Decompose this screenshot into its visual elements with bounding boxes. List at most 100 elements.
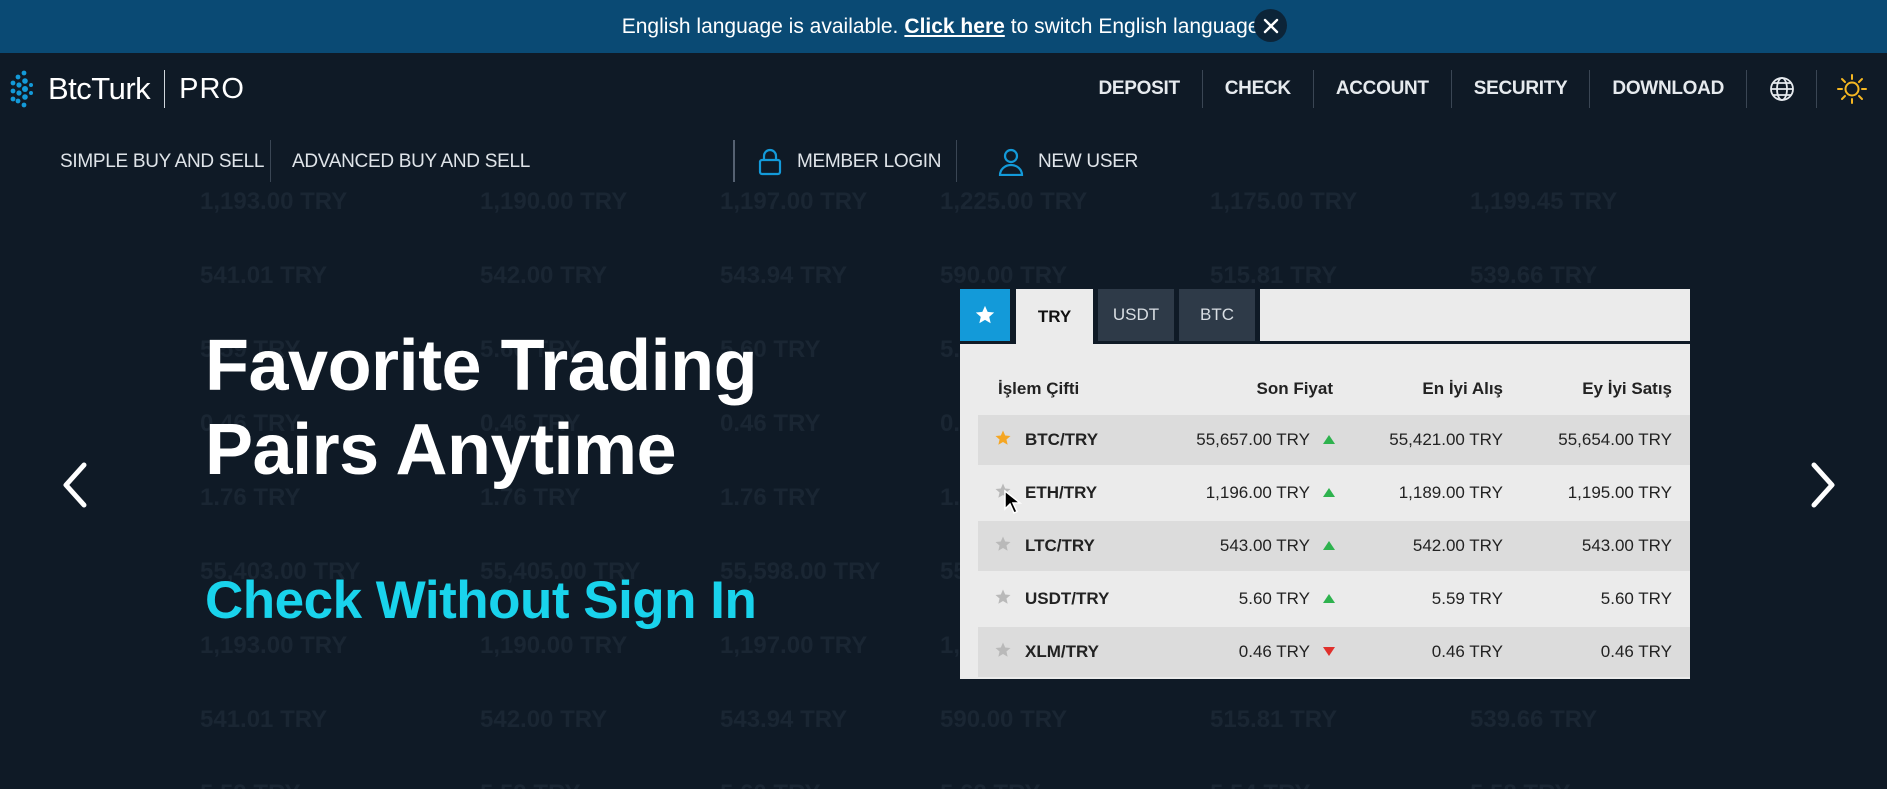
pair-name: ETH/TRY	[1025, 483, 1098, 502]
ticker-cell: 1,199.45 TRY	[1470, 188, 1618, 215]
last-price: 1,196.00 TRY	[1205, 483, 1310, 502]
favorite-star-icon[interactable]	[994, 535, 1012, 553]
ticker-cell: 1,225.00 TRY	[940, 188, 1088, 215]
table-row[interactable]: LTC/TRY 543.00 TRY 542.00 TRY 543.00 TRY	[978, 521, 1690, 571]
globe-icon	[1769, 77, 1794, 101]
last-price: 0.46 TRY	[1238, 642, 1310, 661]
last-price: 55,657.00 TRY	[1196, 430, 1310, 449]
subnav-divider	[733, 140, 735, 182]
subnav-divider	[270, 140, 271, 182]
ticker-cell: 5.62 TRY	[940, 780, 1041, 789]
language-selector[interactable]	[1747, 70, 1817, 108]
ticker-row: 541.01 TRY 542.00 TRY 543.94 TRY 590.00 TRY…	[0, 262, 1887, 292]
table-row[interactable]: BTC/TRY 55,657.00 TRY 55,421.00 TRY 55,654.…	[978, 415, 1690, 465]
nav-check[interactable]: CHECK	[1203, 70, 1314, 108]
close-banner-button[interactable]	[1254, 9, 1287, 42]
ticker-row: 541.01 TRY 542.00 TRY 543.94 TRY 590.00 TRY…	[0, 706, 1887, 736]
ticker-cell: 5.58 TRY	[1470, 780, 1571, 789]
chevron-right-icon	[1811, 462, 1835, 508]
ticker-cell: 590.00 TRY	[940, 262, 1068, 289]
ticker-cell: 541.01 TRY	[200, 706, 328, 733]
table-row[interactable]: ETH/TRY 1,196.00 TRY 1,189.00 TRY 1,195.00 …	[978, 468, 1690, 518]
trend-down-icon	[1323, 647, 1335, 656]
ticker-cell: 5.59 TRY	[480, 780, 581, 789]
tab-try[interactable]: TRY	[1016, 289, 1093, 344]
top-navigation: BtcTurk PRO DEPOSIT CHECK ACCOUNT SECURI…	[0, 53, 1887, 125]
trend-up-icon	[1323, 488, 1335, 497]
pair-name: USDT/TRY	[1025, 589, 1110, 608]
ticker-cell: 539.66 TRY	[1470, 262, 1598, 289]
logo-divider	[164, 70, 166, 108]
ticker-cell: 542.00 TRY	[480, 262, 608, 289]
hero-title: Favorite Trading Pairs Anytime	[205, 324, 758, 492]
ticker-cell: 543.94 TRY	[720, 262, 848, 289]
ticker-cell: 1,193.00 TRY	[200, 188, 348, 215]
advanced-buy-sell-link[interactable]: ADVANCED BUY AND SELL	[292, 140, 530, 184]
best-bid: 5.59 TRY	[1431, 589, 1503, 608]
ticker-row: 5.59 TRY 5.59 TRY 5.60 TRY 5.62 TRY 5.54 TRY…	[0, 780, 1887, 789]
ticker-row: 1,193.00 TRY 1,190.00 TRY 1,197.00 TRY 1,22…	[0, 188, 1887, 218]
ticker-cell: 515.81 TRY	[1210, 706, 1338, 733]
nav-security[interactable]: SECURITY	[1452, 70, 1591, 108]
ticker-cell: 541.01 TRY	[200, 262, 328, 289]
banner-text: English language is available.	[621, 14, 899, 38]
brand-logo[interactable]: BtcTurk PRO	[10, 69, 245, 109]
ticker-cell: 543.94 TRY	[720, 706, 848, 733]
trend-up-icon	[1323, 435, 1335, 444]
close-icon	[1263, 18, 1278, 33]
best-ask: 5.60 TRY	[1600, 589, 1672, 608]
col-best-bid: En İyi Alış	[1422, 379, 1503, 398]
top-nav-links: DEPOSIT CHECK ACCOUNT SECURITY DOWNLOAD	[1076, 53, 1887, 125]
pair-name: BTC/TRY	[1025, 430, 1099, 449]
ticker-cell: 5.59 TRY	[200, 780, 301, 789]
ticker-cell: 5.60 TRY	[720, 780, 821, 789]
new-user-label: NEW USER	[1038, 151, 1138, 172]
nav-download[interactable]: DOWNLOAD	[1590, 70, 1747, 108]
best-ask: 543.00 TRY	[1581, 536, 1672, 555]
table-row[interactable]: USDT/TRY 5.60 TRY 5.59 TRY 5.60 TRY	[978, 574, 1690, 624]
btcturk-logo-icon	[10, 70, 33, 108]
ticker-cell: 1,190.00 TRY	[480, 632, 628, 659]
best-ask: 0.46 TRY	[1600, 642, 1672, 661]
user-icon	[998, 148, 1024, 176]
mouse-cursor-icon	[1004, 489, 1023, 515]
tab-btc[interactable]: BTC	[1179, 289, 1255, 341]
hero-subtitle[interactable]: Check Without Sign In	[205, 570, 757, 631]
trend-up-icon	[1323, 594, 1335, 603]
new-user-button[interactable]: NEW USER	[998, 140, 1138, 184]
language-banner: English language is available. Click her…	[0, 0, 1887, 53]
pair-name: XLM/TRY	[1025, 642, 1099, 661]
col-pair: İşlem Çifti	[998, 379, 1080, 398]
carousel-next-button[interactable]	[1798, 460, 1848, 510]
tabs-filler	[1260, 289, 1690, 341]
ticker-cell: 1,190.00 TRY	[480, 188, 628, 215]
tab-favorites[interactable]	[960, 289, 1010, 341]
best-ask: 1,195.00 TRY	[1567, 483, 1672, 502]
ticker-cell: 539.66 TRY	[1470, 706, 1598, 733]
favorite-star-icon[interactable]	[994, 641, 1012, 659]
chevron-left-icon	[63, 462, 87, 508]
favorite-star-icon[interactable]	[994, 588, 1012, 606]
member-login-button[interactable]: MEMBER LOGIN	[757, 140, 942, 184]
col-last-price: Son Fiyat	[1256, 379, 1333, 398]
pair-name: LTC/TRY	[1025, 536, 1095, 555]
tab-usdt[interactable]: USDT	[1098, 289, 1174, 341]
last-price: 543.00 TRY	[1219, 536, 1310, 555]
col-best-ask: Ey İyi Satış	[1582, 379, 1672, 398]
ticker-cell: 590.00 TRY	[940, 706, 1068, 733]
sub-navigation: SIMPLE BUY AND SELL ADVANCED BUY AND SEL…	[0, 140, 1887, 184]
ticker-cell: 1,197.00 TRY	[720, 188, 868, 215]
table-row[interactable]: XLM/TRY 0.46 TRY 0.46 TRY 0.46 TRY	[978, 627, 1690, 677]
ticker-cell: 1,175.00 TRY	[1210, 188, 1358, 215]
simple-buy-sell-link[interactable]: SIMPLE BUY AND SELL	[60, 140, 264, 184]
market-tabs: TRY USDT BTC	[960, 289, 1690, 344]
brand-name: BtcTurk	[48, 71, 151, 106]
nav-account[interactable]: ACCOUNT	[1314, 70, 1452, 108]
carousel-prev-button[interactable]	[50, 460, 100, 510]
lock-icon	[758, 148, 782, 176]
switch-language-link[interactable]: Click here	[904, 15, 1004, 39]
theme-toggle[interactable]	[1817, 70, 1887, 108]
last-price: 5.60 TRY	[1238, 589, 1310, 608]
favorite-star-icon[interactable]	[994, 429, 1012, 447]
nav-deposit[interactable]: DEPOSIT	[1076, 70, 1203, 108]
